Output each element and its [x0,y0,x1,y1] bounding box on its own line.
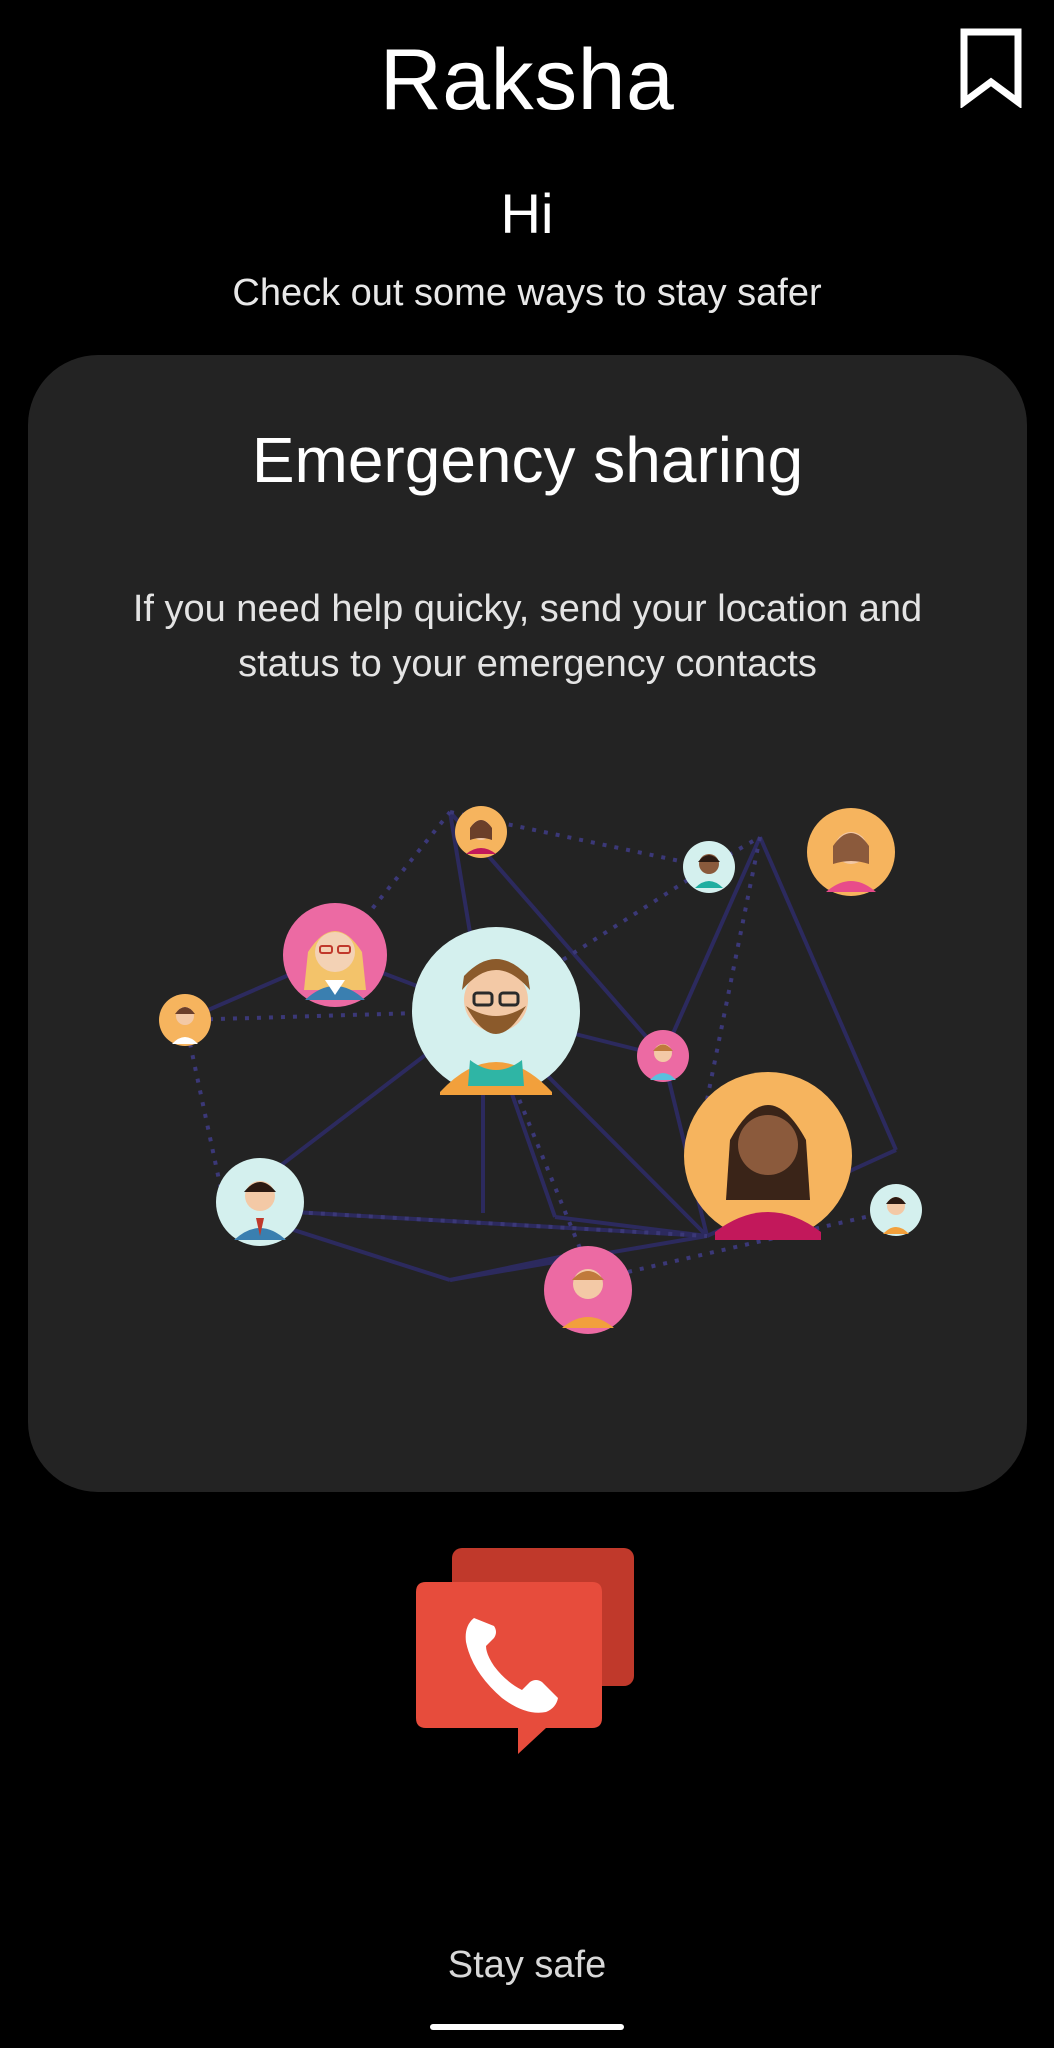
contact-avatar-8 [684,1072,852,1240]
contact-avatar-4 [283,903,387,1007]
contact-avatar-11 [870,1184,922,1236]
bookmark-button[interactable] [956,28,1026,109]
footer-text: Stay safe [447,1944,607,1986]
contact-avatar-3 [807,808,895,896]
greeting-text: Hi [500,182,554,245]
contact-avatar-1 [455,806,507,858]
contact-avatar-7 [637,1030,689,1082]
emergency-sharing-card[interactable]: Emergency sharing If you need help quick… [28,355,1027,1492]
bookmark-icon [960,28,1022,109]
contact-avatar-5 [159,994,211,1046]
app-title: Raksha [379,32,675,128]
card-description: If you need help quicky, send your locat… [132,588,923,685]
contacts-network-illustration [159,806,922,1334]
card-title: Emergency sharing [251,424,804,496]
contact-avatar-10 [544,1246,632,1334]
home-indicator[interactable] [430,2024,624,2030]
emergency-call-button[interactable] [416,1542,638,1764]
contact-avatar-9 [216,1158,304,1246]
contact-avatar-2 [683,841,735,893]
emergency-call-chat-icon [416,1548,634,1754]
subtitle-text: Check out some ways to stay safer [232,272,822,314]
contact-avatar-6 [412,927,580,1095]
